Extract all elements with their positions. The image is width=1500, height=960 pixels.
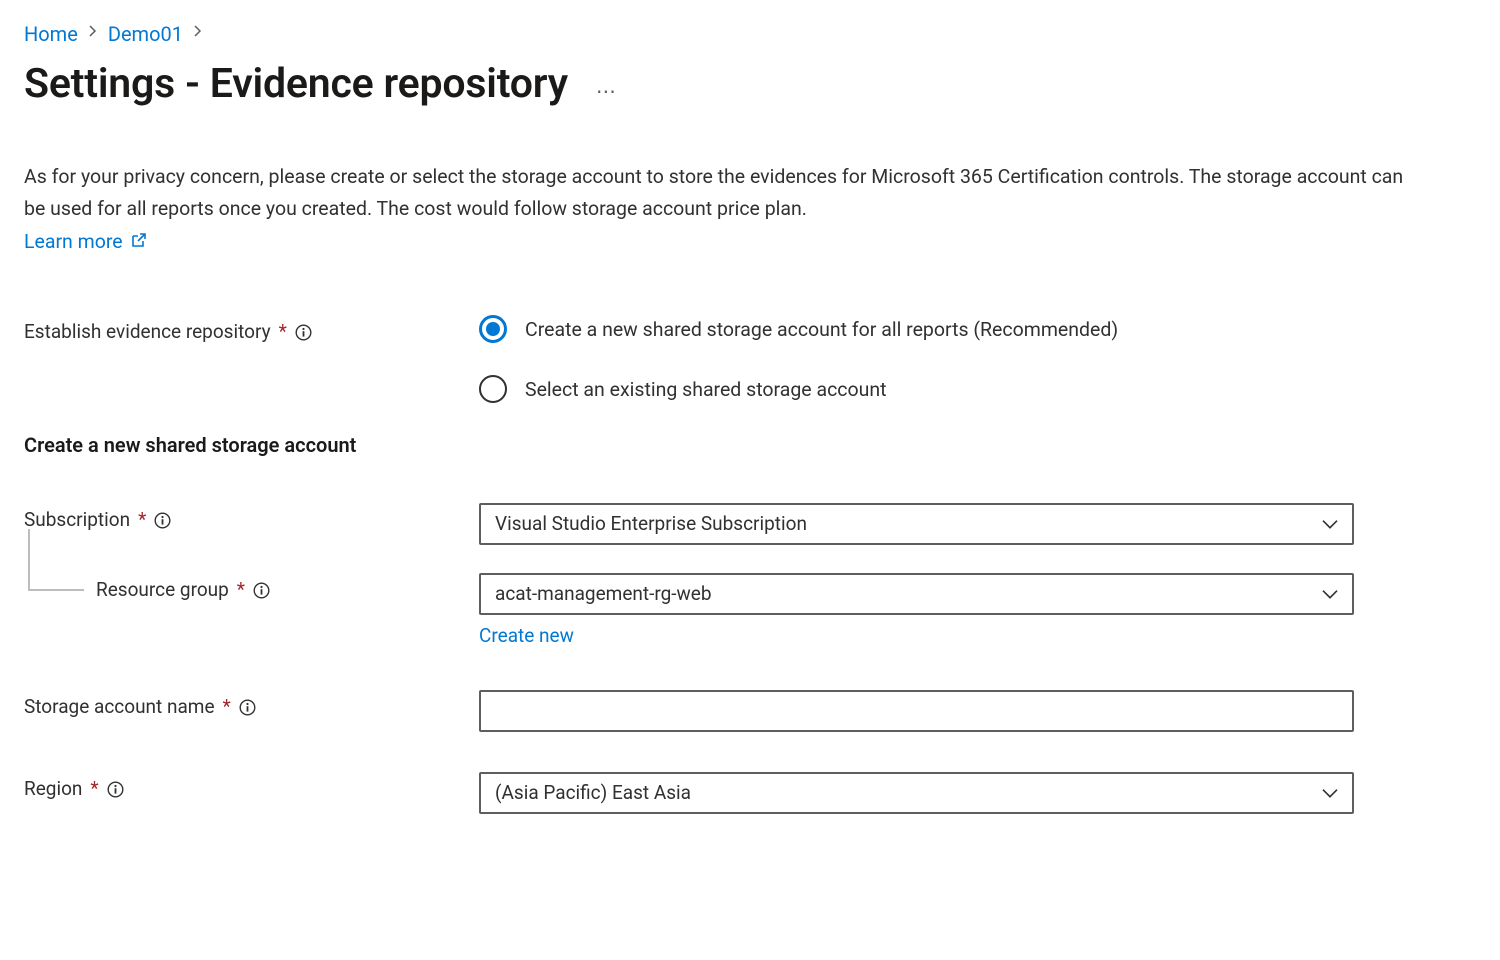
resource-group-select[interactable]: acat-management-rg-web bbox=[479, 573, 1354, 615]
page-heading-row: Settings - Evidence repository ⋯ bbox=[24, 56, 1476, 113]
radio-create-new[interactable]: Create a new shared storage account for … bbox=[479, 315, 1354, 343]
more-actions-button[interactable]: ⋯ bbox=[596, 81, 617, 101]
establish-label: Establish evidence repository * bbox=[24, 315, 479, 346]
region-label: Region * bbox=[24, 772, 479, 803]
storage-account-name-row: Storage account name * bbox=[24, 690, 1476, 732]
learn-more-label: Learn more bbox=[24, 228, 123, 255]
chevron-down-icon bbox=[1322, 581, 1338, 608]
storage-account-name-label-text: Storage account name bbox=[24, 694, 215, 721]
breadcrumb-home-link[interactable]: Home bbox=[24, 20, 78, 48]
breadcrumb: Home Demo01 bbox=[24, 20, 1476, 48]
radio-create-new-label: Create a new shared storage account for … bbox=[525, 316, 1118, 343]
region-label-text: Region bbox=[24, 776, 82, 803]
create-new-rg-link[interactable]: Create new bbox=[479, 623, 574, 650]
learn-more-link[interactable]: Learn more bbox=[24, 228, 147, 255]
subscription-row: Subscription * Visual Studio Enterprise … bbox=[24, 503, 1476, 545]
info-icon[interactable] bbox=[239, 699, 256, 716]
chevron-down-icon bbox=[1322, 511, 1338, 538]
storage-account-name-input[interactable] bbox=[479, 690, 1354, 732]
required-asterisk: * bbox=[138, 507, 146, 534]
subscription-label: Subscription * bbox=[24, 503, 479, 534]
indent-connector bbox=[28, 529, 84, 591]
breadcrumb-demo-link[interactable]: Demo01 bbox=[108, 20, 183, 48]
resource-group-label-text: Resource group bbox=[96, 577, 229, 604]
chevron-right-icon bbox=[193, 24, 203, 44]
subscription-value: Visual Studio Enterprise Subscription bbox=[495, 511, 807, 538]
section-title: Create a new shared storage account bbox=[24, 431, 1476, 459]
radio-select-existing-label: Select an existing shared storage accoun… bbox=[525, 376, 887, 403]
info-icon[interactable] bbox=[154, 512, 171, 529]
establish-radio-group: Create a new shared storage account for … bbox=[479, 315, 1354, 403]
region-value: (Asia Pacific) East Asia bbox=[495, 780, 691, 807]
resource-group-row: Resource group * acat-management-rg-web … bbox=[24, 573, 1476, 650]
radio-icon bbox=[479, 375, 507, 403]
required-asterisk: * bbox=[90, 776, 98, 803]
chevron-right-icon bbox=[88, 24, 98, 44]
info-icon[interactable] bbox=[253, 582, 270, 599]
establish-label-text: Establish evidence repository bbox=[24, 319, 271, 346]
region-row: Region * (Asia Pacific) East Asia bbox=[24, 772, 1476, 814]
subscription-select[interactable]: Visual Studio Enterprise Subscription bbox=[479, 503, 1354, 545]
establish-row: Establish evidence repository * Create a… bbox=[24, 315, 1476, 403]
info-icon[interactable] bbox=[295, 324, 312, 341]
required-asterisk: * bbox=[237, 577, 245, 604]
radio-icon bbox=[479, 315, 507, 343]
resource-group-label: Resource group * bbox=[24, 573, 479, 604]
form: Establish evidence repository * Create a… bbox=[24, 315, 1476, 814]
page-title: Settings - Evidence repository bbox=[24, 56, 568, 113]
info-icon[interactable] bbox=[107, 781, 124, 798]
external-link-icon bbox=[129, 232, 147, 250]
region-select[interactable]: (Asia Pacific) East Asia bbox=[479, 772, 1354, 814]
chevron-down-icon bbox=[1322, 780, 1338, 807]
required-asterisk: * bbox=[223, 694, 231, 721]
radio-select-existing[interactable]: Select an existing shared storage accoun… bbox=[479, 375, 1354, 403]
storage-account-name-label: Storage account name * bbox=[24, 690, 479, 721]
intro-text: As for your privacy concern, please crea… bbox=[24, 161, 1424, 223]
required-asterisk: * bbox=[279, 319, 287, 346]
resource-group-value: acat-management-rg-web bbox=[495, 581, 712, 608]
